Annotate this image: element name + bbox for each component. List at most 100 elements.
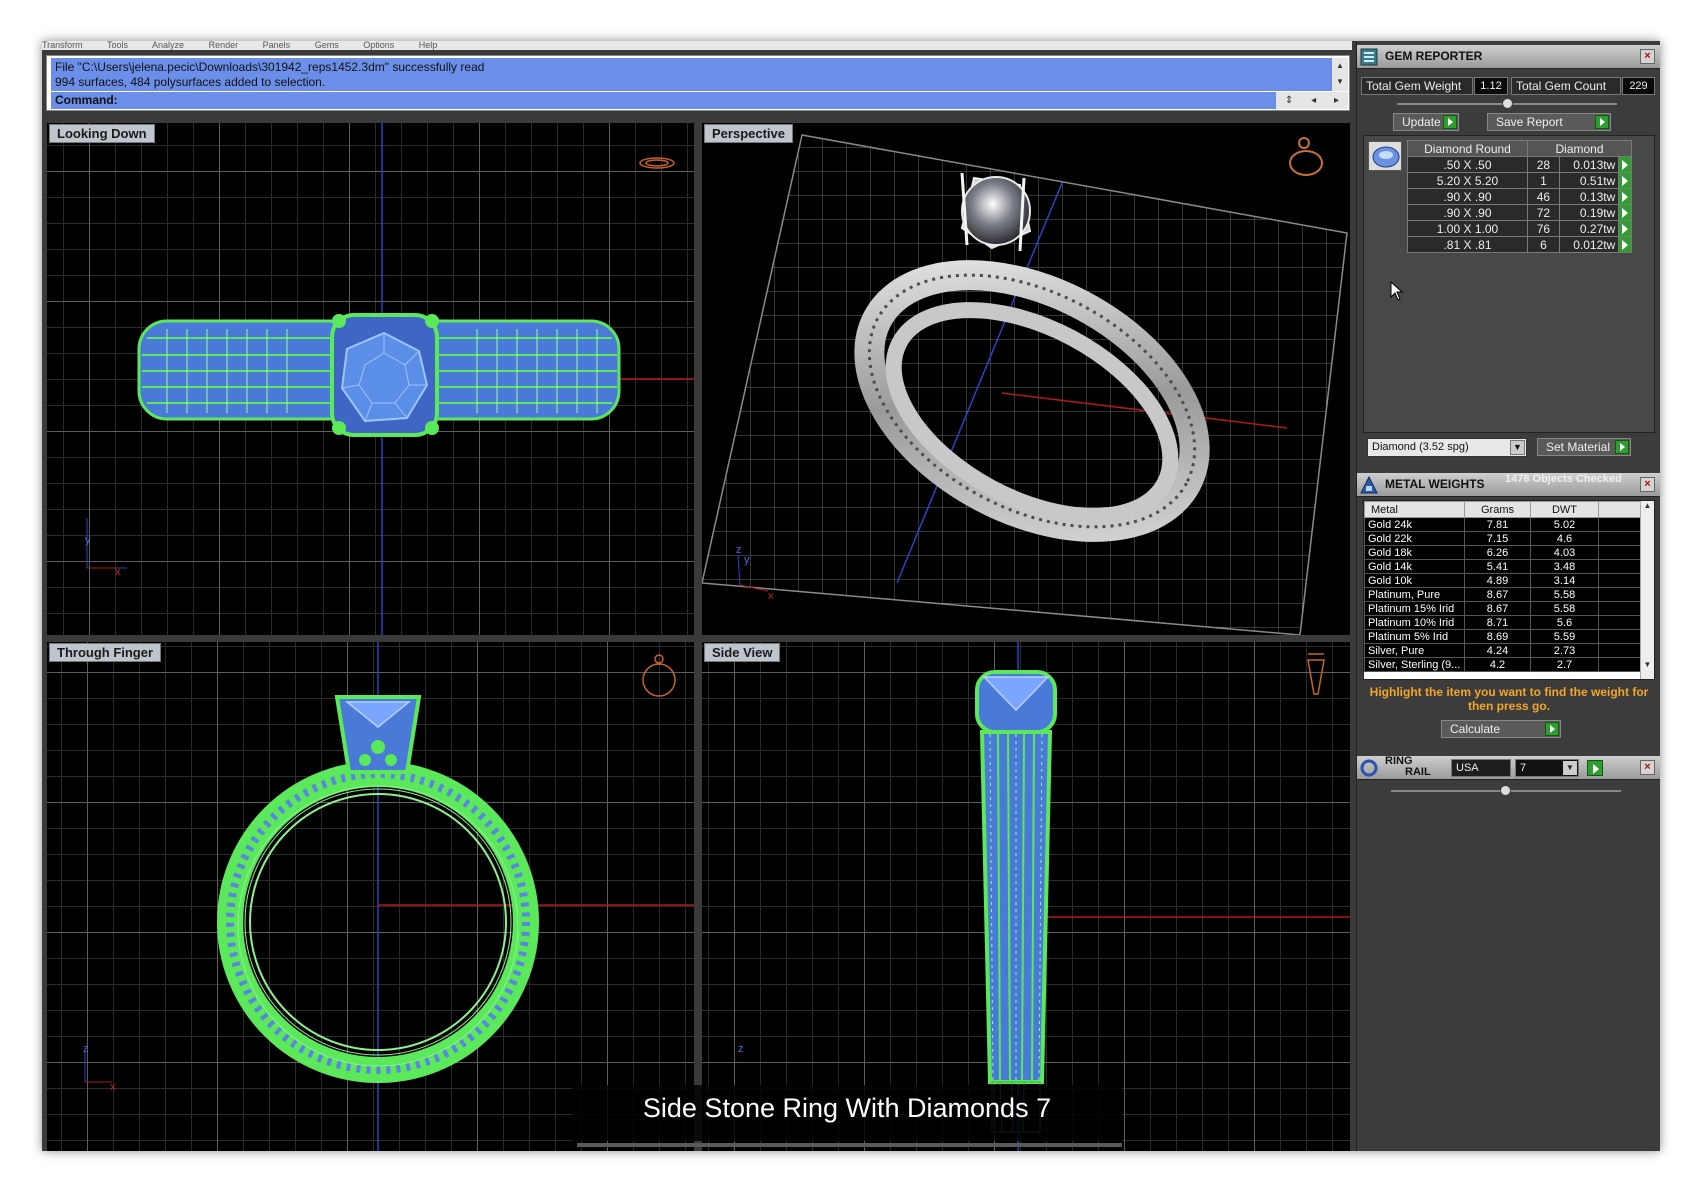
video-progress-track[interactable] xyxy=(577,1143,1122,1147)
button-label: Save Report xyxy=(1496,115,1563,129)
table-row[interactable]: Gold 10k 4.89 3.14 xyxy=(1364,573,1643,588)
ring-size-select[interactable]: 7 ▼ xyxy=(1515,759,1579,777)
viewport-perspective[interactable]: Perspective z y x xyxy=(702,123,1350,635)
objects-checked-label: 1478 Objects Checked xyxy=(1505,473,1622,485)
menu-item[interactable]: Help xyxy=(419,41,438,50)
gem-list-area: Diamond Round Diamond .50 X .50 28 0.013… xyxy=(1363,135,1655,433)
total-gem-count-label: Total Gem Count xyxy=(1511,77,1621,95)
axis-x-label: x xyxy=(115,566,121,578)
metal-name-cell: Silver, Pure xyxy=(1364,643,1465,658)
table-row[interactable]: .50 X .50 28 0.013tw xyxy=(1407,156,1632,173)
menu-item[interactable]: Transform xyxy=(42,41,83,50)
panel-title: GEM REPORTER xyxy=(1385,49,1483,63)
table-row[interactable]: 5.20 X 5.20 1 0.51tw xyxy=(1407,172,1632,189)
gem-count-cell: 76 xyxy=(1527,220,1560,237)
close-icon[interactable]: × xyxy=(1640,477,1655,492)
table-row[interactable]: Silver, Sterling (9... 4.2 2.7 xyxy=(1364,657,1643,672)
round-diamond-icon[interactable] xyxy=(1368,141,1402,171)
table-row[interactable]: .90 X .90 46 0.13tw xyxy=(1407,188,1632,205)
material-select[interactable]: Diamond (3.52 spg) ▼ xyxy=(1367,438,1527,457)
viewport-title[interactable]: Side View xyxy=(704,643,781,662)
metal-weights-list: Metal Grams DWT Gold 24k 7.81 5.02 Gold 22… xyxy=(1363,500,1655,680)
gem-slider-knob[interactable] xyxy=(1502,98,1513,109)
viewport-title[interactable]: Perspective xyxy=(704,124,793,143)
column-header: DWT xyxy=(1530,501,1599,518)
menu-item[interactable]: Render xyxy=(209,41,239,50)
metal-grams-cell: 4.24 xyxy=(1464,643,1531,658)
gem-count-cell: 6 xyxy=(1527,236,1560,253)
menu-item[interactable]: Analyze xyxy=(152,41,184,50)
axis-z-label: z xyxy=(738,1043,744,1055)
button-label: Set Material xyxy=(1546,440,1611,454)
close-icon[interactable]: × xyxy=(1640,760,1655,775)
viewport-side-view[interactable]: Side View z xyxy=(702,642,1350,1151)
viewport-looking-down[interactable]: Looking Down y x xyxy=(47,123,694,635)
metal-grams-cell: 5.41 xyxy=(1464,559,1531,574)
table-row[interactable]: .81 X .81 6 0.012tw xyxy=(1407,236,1632,253)
viewport-title[interactable]: Looking Down xyxy=(49,124,155,143)
metal-name-cell: Gold 14k xyxy=(1364,559,1465,574)
gem-count-cell: 28 xyxy=(1527,156,1560,173)
go-arrow-icon[interactable] xyxy=(1618,188,1632,205)
table-row[interactable]: 1.00 X 1.00 76 0.27tw xyxy=(1407,220,1632,237)
gem-count-cell: 1 xyxy=(1527,172,1560,189)
viewport-through-finger[interactable]: Through Finger z x xyxy=(47,642,694,1151)
go-arrow-icon[interactable] xyxy=(1587,760,1603,776)
go-arrow-icon[interactable] xyxy=(1618,220,1632,237)
metal-list-scrollbar[interactable]: ▲ ▼ xyxy=(1640,501,1654,679)
set-material-button[interactable]: Set Material xyxy=(1537,438,1631,456)
table-row[interactable]: Gold 22k 7.15 4.6 xyxy=(1364,531,1643,546)
gem-table: Diamond Round Diamond .50 X .50 28 0.013… xyxy=(1407,140,1632,253)
menu-item[interactable]: Panels xyxy=(263,41,291,50)
table-row[interactable]: Platinum, Pure 8.67 5.58 xyxy=(1364,587,1643,602)
ring-perspective-render: z y x xyxy=(702,134,1348,635)
go-arrow-icon[interactable] xyxy=(1618,236,1632,253)
right-panel: GEM REPORTER × Total Gem Weight 1.12 Tot… xyxy=(1356,41,1660,1151)
go-arrow-icon[interactable] xyxy=(1618,172,1632,189)
metal-table: Metal Grams DWT Gold 24k 7.81 5.02 Gold 22… xyxy=(1364,501,1643,672)
chevron-down-icon[interactable]: ▼ xyxy=(1563,761,1577,775)
spin-icon[interactable]: ⇕ xyxy=(1285,95,1293,106)
menu-item[interactable]: Gems xyxy=(315,41,339,50)
table-row[interactable]: .90 X .90 72 0.19tw xyxy=(1407,204,1632,221)
table-row[interactable]: Gold 14k 5.41 3.48 xyxy=(1364,559,1643,574)
save-report-button[interactable]: Save Report xyxy=(1487,113,1611,131)
command-input[interactable]: Command: xyxy=(51,92,1313,109)
column-header: Metal xyxy=(1364,501,1465,518)
metal-name-cell: Platinum, Pure xyxy=(1364,587,1465,602)
gem-reporter-header: GEM REPORTER × xyxy=(1357,45,1660,69)
metal-grams-cell: 8.67 xyxy=(1464,587,1531,602)
metal-grams-cell: 8.69 xyxy=(1464,629,1531,644)
go-arrow-icon[interactable] xyxy=(1618,156,1632,173)
ring-rail-slider-knob[interactable] xyxy=(1500,785,1511,796)
history-scrollbar[interactable]: ▲ ▼ xyxy=(1332,58,1348,91)
axis-z-label: z xyxy=(736,544,742,556)
table-row[interactable]: Platinum 15% Irid 8.67 5.58 xyxy=(1364,601,1643,616)
column-header: Diamond xyxy=(1527,140,1632,157)
viewport-title[interactable]: Through Finger xyxy=(49,643,162,662)
table-row[interactable]: Platinum 5% Irid 8.69 5.59 xyxy=(1364,629,1643,644)
axis-x-label: x xyxy=(768,590,774,602)
history-line: 994 surfaces, 484 polysurfaces added to … xyxy=(55,75,326,89)
table-row[interactable]: Platinum 10% Irid 8.71 5.6 xyxy=(1364,615,1643,630)
video-caption-overlay: Side Stone Ring With Diamonds 7 xyxy=(572,1085,1122,1141)
gem-size-cell: .90 X .90 xyxy=(1407,188,1528,205)
metal-dwt-cell: 5.6 xyxy=(1530,615,1599,630)
go-arrow-icon[interactable] xyxy=(1618,204,1632,221)
table-row[interactable]: Silver, Pure 4.24 2.73 xyxy=(1364,643,1643,658)
update-button[interactable]: Update xyxy=(1393,113,1459,131)
column-header: Diamond Round xyxy=(1407,140,1528,157)
table-row[interactable]: Gold 18k 6.26 4.03 xyxy=(1364,545,1643,560)
go-arrow-icon xyxy=(1595,115,1609,129)
menu-item[interactable]: Options xyxy=(363,41,394,50)
chevron-left-icon[interactable]: ◂ xyxy=(1311,95,1316,106)
chevron-right-icon[interactable]: ▸ xyxy=(1334,95,1339,106)
table-row[interactable]: Gold 24k 7.81 5.02 xyxy=(1364,517,1643,532)
menu-item[interactable]: Tools xyxy=(107,41,128,50)
calculate-button[interactable]: Calculate xyxy=(1441,720,1561,738)
metal-dwt-cell: 4.03 xyxy=(1530,545,1599,560)
close-icon[interactable]: × xyxy=(1640,49,1655,64)
ring-standard-select[interactable]: USA xyxy=(1451,759,1511,777)
metal-dwt-cell: 4.6 xyxy=(1530,531,1599,546)
chevron-down-icon[interactable]: ▼ xyxy=(1510,440,1525,455)
